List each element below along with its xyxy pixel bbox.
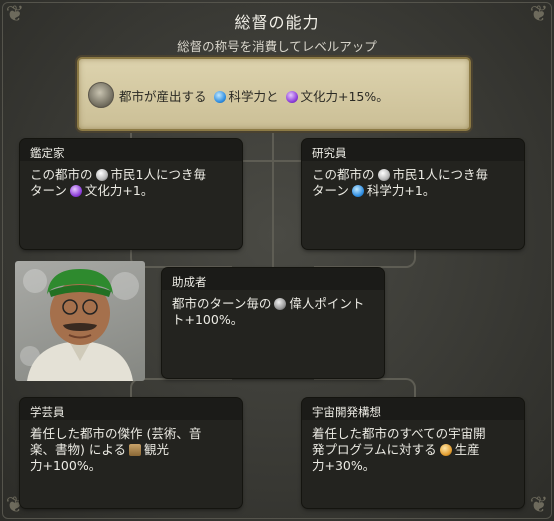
promotion-description: 着任した都市の傑作 (芸術、音 楽、書物) による 観光 力+100%。 [30,426,202,473]
promotion-description: 着任した都市のすべての宇宙開 発プログラムに対する 生産 力+30%。 [312,426,486,473]
science-icon [213,91,226,103]
governor-portrait [15,261,145,381]
corner-ornament-icon: ❦ [529,493,549,518]
promotion-card-appraiser[interactable]: 鑑定家 この都市の 市民1人につき毎 ターン 文化力+1。 [20,139,242,249]
default-ability-card[interactable]: 都市が産出する 科学力と 文化力+15%。 [77,57,471,131]
production-icon [439,444,452,456]
culture-icon [285,91,298,103]
promotion-card-researcher[interactable]: 研究員 この都市の 市民1人につき毎 ターン 科学力+1。 [302,139,524,249]
citizen-icon [377,169,390,181]
governor-portrait-icon [88,82,114,108]
promotion-description: この都市の 市民1人につき毎 ターン 科学力+1。 [312,167,488,198]
promotion-description: 都市のターン毎の 偉人ポイント ト+100%。 [172,296,365,327]
panel-subtitle: 総督の称号を消費してレベルアップ [177,39,377,54]
tree-connector [272,127,276,267]
science-icon [351,185,364,197]
promotion-title: 学芸員 [20,398,242,420]
default-ability-text: 都市が産出する 科学力と 文化力+15%。 [119,89,389,104]
panel-title: 総督の能力 [234,13,320,32]
great-person-icon [274,298,287,310]
promotion-card-space-initiative[interactable]: 宇宙開発構想 着任した都市のすべての宇宙開 発プログラムに対する 生産 力+30%… [302,398,524,508]
tourism-icon [128,444,141,456]
tree-connector [130,248,232,268]
promotion-title: 助成者 [162,268,384,290]
promotion-card-curator[interactable]: 学芸員 着任した都市の傑作 (芸術、音 楽、書物) による 観光 力+100%。 [20,398,242,508]
citizen-icon [95,169,108,181]
promotion-description: この都市の 市民1人につき毎 ターン 文化力+1。 [30,167,206,198]
promotion-title: 鑑定家 [20,139,242,161]
promotion-title: 研究員 [302,139,524,161]
culture-icon [69,185,82,197]
tree-connector [314,248,416,268]
promotion-title: 宇宙開発構想 [302,398,524,420]
promotion-card-patron[interactable]: 助成者 都市のターン毎の 偉人ポイント ト+100%。 [162,268,384,378]
